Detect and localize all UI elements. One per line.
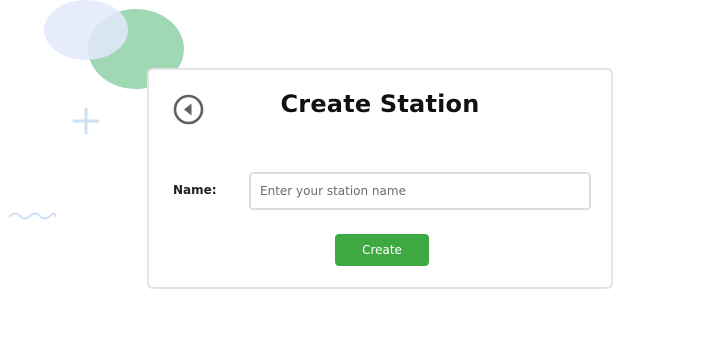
page-title: Create Station [280,90,480,118]
plus-decoration [72,107,100,135]
name-label: Name: [173,183,217,197]
create-button[interactable]: Create [335,234,429,266]
station-name-input[interactable] [249,172,591,210]
create-station-card: Create Station Name: Create [147,68,613,289]
blue-blob [44,0,128,60]
wave-decoration [9,212,56,220]
